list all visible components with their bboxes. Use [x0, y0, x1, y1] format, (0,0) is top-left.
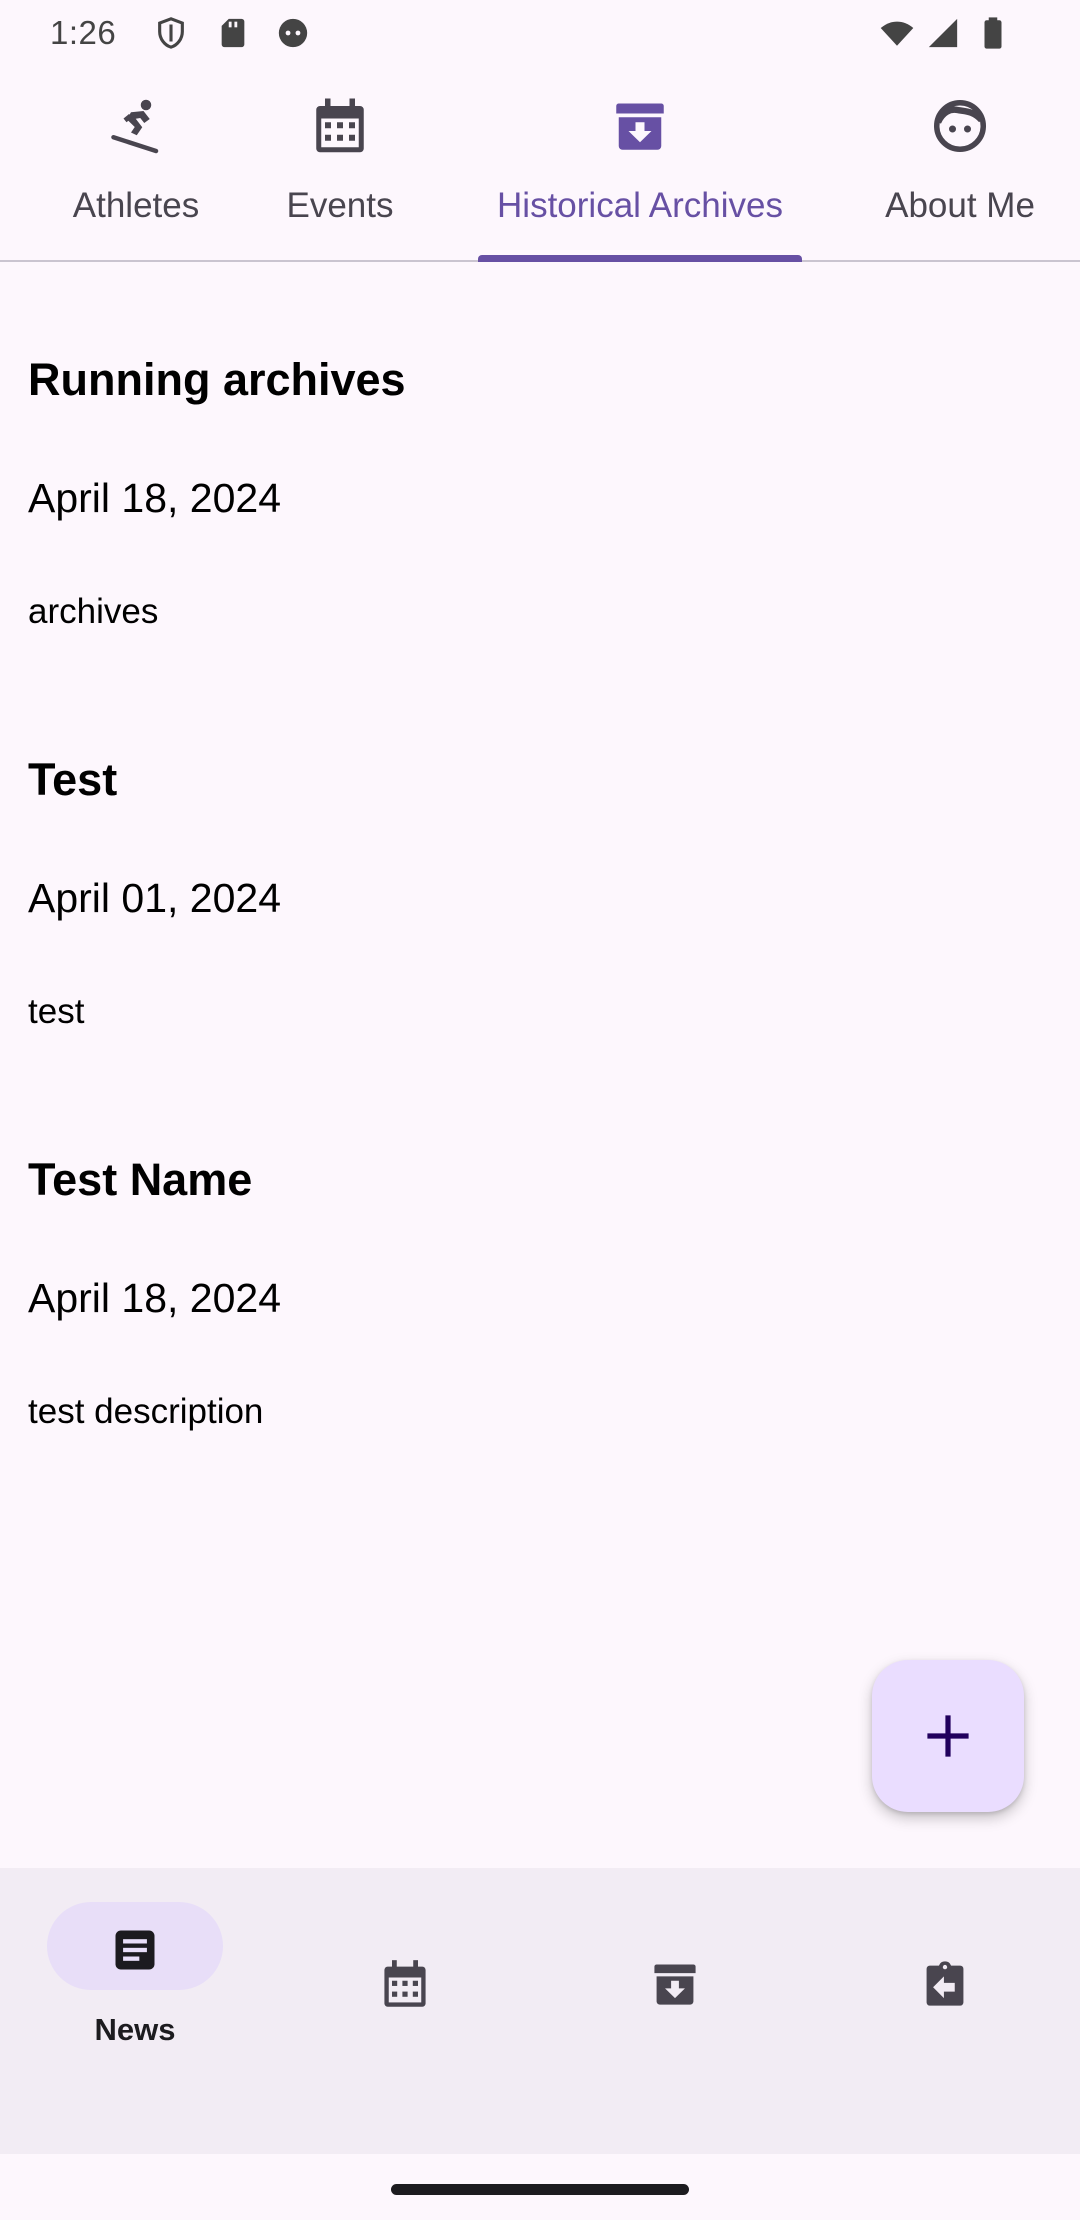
archive-description: test — [28, 992, 85, 1031]
nav-item-archives[interactable] — [540, 1868, 810, 2068]
calendar-icon — [310, 96, 370, 156]
list-item[interactable]: Running archives April 18, 2024 archives — [0, 264, 1080, 644]
cellular-signal-icon — [926, 16, 960, 50]
tab-events-label: Events — [286, 186, 394, 225]
wifi-icon — [880, 16, 914, 50]
archive-title: Running archives — [28, 354, 406, 405]
archive-date: April 18, 2024 — [28, 475, 282, 521]
archive-title: Test — [28, 754, 118, 805]
sd-card-icon — [216, 16, 250, 50]
nav-item-news-label: News — [94, 2012, 176, 2047]
archive-description: archives — [28, 592, 159, 631]
archive-title: Test Name — [28, 1154, 253, 1205]
home-gesture-handle[interactable] — [391, 2184, 689, 2195]
list-item[interactable]: Test Name April 18, 2024 test descriptio… — [0, 1064, 1080, 1444]
nav-item-news[interactable]: News — [0, 1868, 270, 2068]
snowboarder-icon — [106, 96, 166, 156]
tab-events[interactable]: Events — [262, 90, 418, 260]
face-icon — [930, 96, 990, 156]
assignment-return-icon — [919, 1958, 971, 2010]
tab-athletes-label: Athletes — [72, 186, 200, 225]
tab-athletes[interactable]: Athletes — [30, 90, 242, 260]
nav-item-about[interactable] — [810, 1868, 1080, 2068]
tab-historical-archives-label: Historical Archives — [497, 186, 783, 225]
archive-description: test description — [28, 1392, 264, 1431]
calendar-icon — [379, 1958, 431, 2010]
plus-icon — [924, 1712, 972, 1760]
tab-about-me[interactable]: About Me — [862, 90, 1058, 260]
app-screen: 1:26 Athletes Events Historical Archives… — [0, 0, 1080, 2220]
tab-historical-archives[interactable]: Historical Archives — [462, 90, 818, 260]
archive-icon — [610, 96, 670, 156]
android-face-icon — [276, 16, 310, 50]
bottom-navigation: News — [0, 1868, 1080, 2154]
top-tab-bar: Athletes Events Historical Archives Abou… — [0, 90, 1080, 262]
status-bar: 1:26 — [0, 0, 1080, 66]
active-tab-indicator — [478, 255, 802, 262]
shield-icon — [154, 16, 188, 50]
article-icon — [109, 1924, 161, 1976]
archive-date: April 18, 2024 — [28, 1275, 282, 1321]
nav-item-events[interactable] — [270, 1868, 540, 2068]
archive-icon — [649, 1958, 701, 2010]
battery-icon — [976, 16, 1010, 50]
add-archive-button[interactable] — [872, 1660, 1024, 1812]
archive-date: April 01, 2024 — [28, 875, 282, 921]
status-time: 1:26 — [50, 14, 117, 51]
gesture-navigation-area — [0, 2154, 1080, 2220]
tab-about-me-label: About Me — [885, 186, 1035, 225]
list-item[interactable]: Test April 01, 2024 test — [0, 664, 1080, 1044]
